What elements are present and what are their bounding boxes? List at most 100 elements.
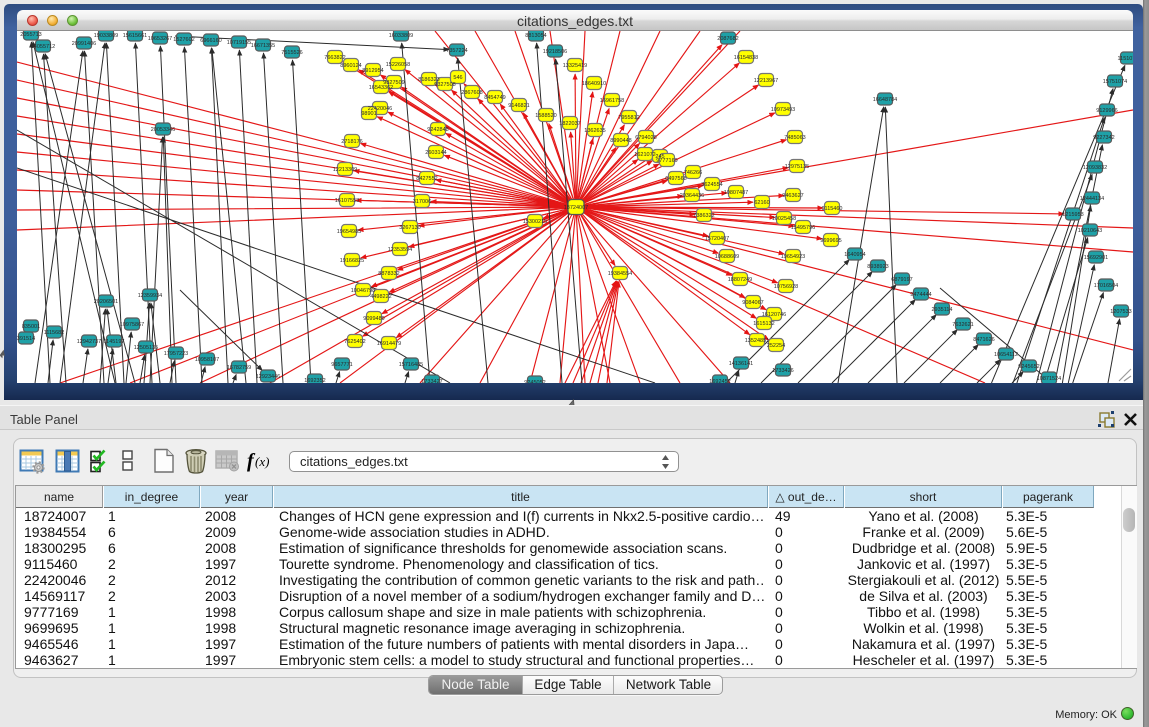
- svg-text:15692901: 15692901: [1084, 255, 1108, 261]
- svg-text:14136141: 14136141: [729, 361, 753, 367]
- svg-text:1822037: 1822037: [559, 121, 580, 127]
- svg-text:10807487: 10807487: [724, 190, 748, 196]
- svg-text:2867608: 2867608: [461, 90, 482, 96]
- svg-text:3624554: 3624554: [701, 182, 722, 188]
- svg-text:9099489: 9099489: [363, 316, 384, 322]
- svg-text:9227342: 9227342: [1093, 135, 1114, 141]
- svg-text:1145197: 1145197: [103, 339, 124, 345]
- svg-text:12975135: 12975135: [785, 164, 809, 170]
- svg-text:8878332: 8878332: [378, 271, 399, 277]
- svg-text:9084067: 9084067: [742, 300, 763, 306]
- svg-text:13325419: 13325419: [563, 63, 587, 69]
- svg-text:15226058: 15226058: [386, 62, 410, 68]
- svg-text:1527602: 1527602: [173, 37, 194, 43]
- svg-text:12942737: 12942737: [77, 339, 101, 345]
- svg-text:7386322: 7386322: [693, 213, 714, 219]
- svg-text:16543362: 16543362: [369, 85, 393, 91]
- svg-text:546: 546: [453, 75, 462, 81]
- svg-text:2718176: 2718176: [341, 139, 362, 145]
- svg-text:98901: 98901: [361, 111, 376, 117]
- svg-text:20364436: 20364436: [680, 193, 704, 199]
- svg-text:6794028: 6794028: [635, 135, 656, 141]
- svg-text:19654985: 19654985: [337, 229, 361, 235]
- svg-text:2603144: 2603144: [425, 150, 446, 156]
- svg-text:8813054: 8813054: [525, 33, 546, 39]
- svg-text:9463627: 9463627: [782, 193, 803, 199]
- svg-text:6879197: 6879197: [891, 277, 912, 283]
- svg-text:1615132: 1615132: [753, 321, 774, 327]
- svg-text:17957223: 17957223: [164, 351, 188, 357]
- svg-text:1207533: 1207533: [1110, 309, 1131, 315]
- svg-text:8938923: 8938923: [867, 264, 888, 270]
- svg-text:8454749: 8454749: [484, 95, 505, 101]
- svg-text:7357224: 7357224: [446, 48, 467, 54]
- svg-text:15495796: 15495796: [791, 225, 815, 231]
- svg-text:2055713: 2055713: [20, 32, 41, 38]
- svg-text:9146821: 9146821: [508, 103, 529, 109]
- svg-text:10975867: 10975867: [120, 322, 144, 328]
- svg-text:12444134: 12444134: [1080, 196, 1104, 202]
- svg-text:12213309: 12213309: [333, 167, 357, 173]
- svg-text:19218506: 19218506: [543, 49, 567, 55]
- svg-text:8912954: 8912954: [362, 68, 383, 74]
- svg-text:10025458: 10025458: [772, 216, 796, 222]
- svg-text:16782759: 16782759: [227, 365, 251, 371]
- svg-text:9115460: 9115460: [821, 206, 842, 212]
- svg-text:9129966: 9129966: [1096, 108, 1117, 114]
- svg-text:10756928: 10756928: [774, 284, 798, 290]
- svg-text:13524851: 13524851: [745, 338, 769, 344]
- svg-text:12923446: 12923446: [256, 374, 280, 380]
- svg-text:7955812: 7955812: [618, 115, 639, 121]
- svg-text:19166825: 19166825: [340, 258, 364, 264]
- svg-text:8427552: 8427552: [416, 176, 437, 182]
- svg-text:1692352: 1692352: [304, 378, 325, 383]
- svg-text:4498222: 4498222: [370, 294, 391, 300]
- svg-text:391514: 391514: [17, 336, 35, 342]
- svg-text:20053346: 20053346: [151, 127, 175, 133]
- svg-text:7485063: 7485063: [784, 135, 805, 141]
- svg-text:18807249: 18807249: [728, 277, 752, 283]
- svg-text:7515526: 7515526: [281, 50, 302, 56]
- svg-text:9657771: 9657771: [331, 362, 352, 368]
- svg-text:16648784: 16648784: [873, 97, 897, 103]
- svg-text:9245652: 9245652: [1018, 364, 1039, 370]
- svg-text:18724007: 18724007: [564, 205, 588, 211]
- svg-text:18640910: 18640910: [582, 81, 606, 87]
- svg-text:14055712: 14055712: [31, 44, 55, 50]
- svg-text:12359934: 12359934: [138, 293, 162, 299]
- svg-text:2087682: 2087682: [717, 36, 738, 42]
- svg-text:16033809: 16033809: [389, 33, 413, 39]
- svg-text:9777169: 9777169: [656, 158, 677, 164]
- svg-text:1215958: 1215958: [1062, 212, 1083, 218]
- svg-text:20991406: 20991406: [72, 41, 96, 47]
- svg-text:15720407: 15720407: [705, 236, 729, 242]
- svg-text:9242848: 9242848: [427, 127, 448, 133]
- svg-text:9327508: 9327508: [434, 82, 455, 88]
- svg-text:10958107: 10958107: [195, 357, 219, 363]
- svg-text:10210643: 10210643: [1078, 228, 1102, 234]
- svg-text:1362635: 1362635: [584, 128, 605, 134]
- svg-text:(x): (x): [255, 454, 269, 469]
- svg-text:16107553: 16107553: [335, 198, 359, 204]
- svg-text:8471626: 8471626: [973, 337, 994, 343]
- svg-text:1115682: 1115682: [44, 330, 65, 336]
- svg-text:1692452: 1692452: [709, 379, 730, 383]
- svg-text:746266: 746266: [684, 170, 702, 176]
- svg-text:1621072: 1621072: [634, 152, 655, 158]
- svg-text:19033809: 19033809: [94, 33, 118, 39]
- svg-text:10688609: 10688609: [715, 254, 739, 260]
- svg-text:9245052: 9245052: [524, 380, 545, 383]
- svg-text:1733426: 1733426: [772, 368, 793, 374]
- svg-text:16914479: 16914479: [377, 341, 401, 347]
- svg-text:1588520: 1588520: [535, 113, 556, 119]
- svg-text:252254: 252254: [767, 343, 785, 349]
- svg-text:19384554: 19384554: [608, 271, 632, 277]
- svg-text:15300215: 15300215: [523, 219, 547, 225]
- svg-text:835001: 835001: [22, 324, 40, 330]
- svg-text:10871524: 10871524: [1037, 376, 1061, 382]
- svg-text:1640954: 1640954: [844, 252, 865, 258]
- svg-text:12213967: 12213967: [754, 78, 778, 84]
- svg-text:2935114: 2935114: [931, 307, 952, 313]
- svg-text:15716485: 15716485: [399, 362, 423, 368]
- svg-text:317006: 317006: [413, 199, 431, 205]
